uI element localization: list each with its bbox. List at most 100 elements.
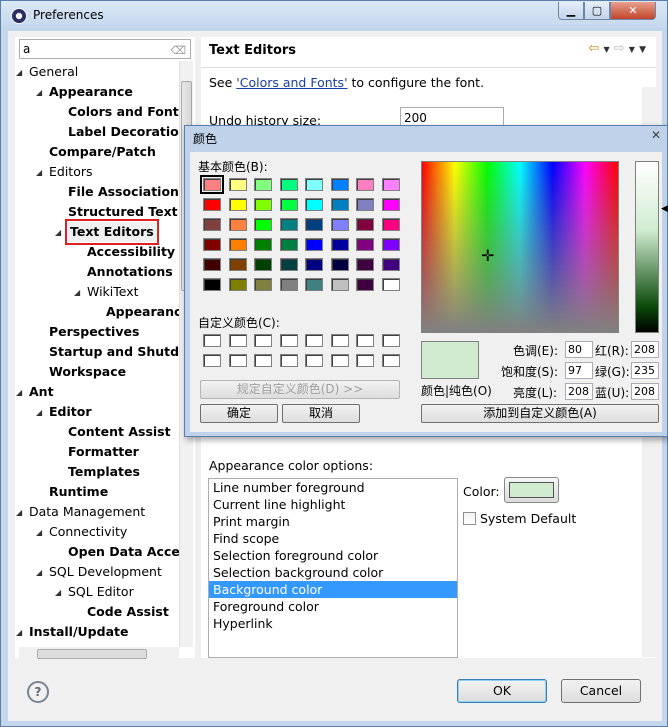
collapse-arrow-icon[interactable]: ◢ xyxy=(16,508,22,517)
tree-hscroll-thumb[interactable] xyxy=(37,649,147,659)
custom-color-swatch[interactable] xyxy=(254,334,272,347)
custom-color-swatch[interactable] xyxy=(279,334,298,347)
basic-color-swatch[interactable] xyxy=(203,198,221,211)
custom-color-swatch[interactable] xyxy=(330,334,349,347)
tree-item[interactable]: Workspace xyxy=(49,362,126,382)
basic-color-swatch[interactable] xyxy=(381,278,400,291)
tree-item[interactable]: Editors xyxy=(49,162,93,182)
basic-color-swatch[interactable] xyxy=(279,178,298,191)
basic-color-swatch[interactable] xyxy=(356,258,374,271)
basic-color-swatch[interactable] xyxy=(254,218,272,231)
basic-color-swatch[interactable] xyxy=(356,198,374,211)
tree-item[interactable]: Startup and Shutdown xyxy=(49,342,179,362)
basic-color-swatch[interactable] xyxy=(381,258,400,271)
list-item[interactable]: Background color xyxy=(209,581,457,598)
basic-color-swatch[interactable] xyxy=(203,278,221,291)
tree-item[interactable]: Structured Text Editors xyxy=(68,202,179,222)
tree-item[interactable]: File Associations xyxy=(68,182,179,202)
basic-color-swatch[interactable] xyxy=(381,178,400,191)
tree-item[interactable]: Label Decorations xyxy=(68,122,179,142)
close-button[interactable]: ✕ xyxy=(610,2,656,20)
add-to-custom-colors-button[interactable]: 添加到自定义颜色(A) xyxy=(421,404,659,423)
tree-item[interactable]: Connectivity xyxy=(49,522,127,542)
basic-color-swatch[interactable] xyxy=(381,198,400,211)
tree-item[interactable]: Appearance xyxy=(106,302,179,322)
tree-item[interactable]: Colors and Fonts xyxy=(68,102,179,122)
basic-color-swatch[interactable] xyxy=(228,278,247,291)
forward-arrow-icon[interactable]: ⇨ xyxy=(614,41,625,56)
forward-dropdown-icon[interactable]: ▼ xyxy=(629,45,635,54)
tree-item[interactable]: Perspectives xyxy=(49,322,139,342)
collapse-arrow-icon[interactable]: ◢ xyxy=(16,388,22,397)
list-item[interactable]: Line number foreground xyxy=(209,479,457,496)
collapse-arrow-icon[interactable]: ◢ xyxy=(55,588,61,597)
basic-color-swatch[interactable] xyxy=(228,218,247,231)
basic-color-swatch[interactable] xyxy=(356,218,374,231)
basic-color-swatch[interactable] xyxy=(305,238,323,251)
tree-item[interactable]: Appearance xyxy=(49,82,133,102)
tree-item[interactable]: Content Assist xyxy=(68,422,171,442)
tree-item[interactable]: Compare/Patch xyxy=(49,142,156,162)
basic-color-swatch[interactable] xyxy=(228,258,247,271)
list-item[interactable]: Selection foreground color xyxy=(209,547,457,564)
color-picker-button[interactable] xyxy=(504,477,559,503)
tree-item[interactable]: SQL Editor xyxy=(68,582,134,602)
basic-color-swatch[interactable] xyxy=(254,278,272,291)
basic-color-swatch[interactable] xyxy=(203,238,221,251)
luminance-arrow-icon[interactable]: ◀ xyxy=(661,204,668,214)
luminance-input[interactable]: 208 xyxy=(565,383,593,400)
custom-color-swatch[interactable] xyxy=(356,354,374,367)
collapse-arrow-icon[interactable]: ◢ xyxy=(55,228,61,237)
basic-color-swatch[interactable] xyxy=(330,238,349,251)
basic-color-swatch[interactable] xyxy=(305,178,323,191)
basic-color-swatch[interactable] xyxy=(203,258,221,271)
color-spectrum[interactable]: ✛ xyxy=(421,161,619,333)
help-icon[interactable]: ? xyxy=(27,681,49,703)
ok-button[interactable]: OK xyxy=(457,679,547,703)
collapse-arrow-icon[interactable]: ◢ xyxy=(36,88,42,97)
tree-item[interactable]: Ant xyxy=(29,382,54,402)
basic-color-swatch[interactable] xyxy=(305,198,323,211)
basic-color-swatch[interactable] xyxy=(279,278,298,291)
list-item[interactable]: Find scope xyxy=(209,530,457,547)
custom-color-swatch[interactable] xyxy=(228,334,247,347)
custom-color-swatch[interactable] xyxy=(381,334,400,347)
cancel-button[interactable]: Cancel xyxy=(561,679,641,703)
basic-color-swatch[interactable] xyxy=(228,238,247,251)
basic-color-swatch[interactable] xyxy=(254,258,272,271)
title-bar[interactable]: Preferences ▁ ▢ ✕ xyxy=(1,1,667,31)
basic-color-swatch[interactable] xyxy=(330,258,349,271)
system-default-option[interactable]: System Default xyxy=(463,511,576,526)
tree-item[interactable]: SQL Development xyxy=(49,562,162,582)
basic-color-swatch[interactable] xyxy=(356,238,374,251)
green-input[interactable]: 235 xyxy=(631,362,659,379)
basic-color-swatch[interactable] xyxy=(279,198,298,211)
filter-input[interactable]: a ⌫ xyxy=(19,39,191,59)
collapse-arrow-icon[interactable]: ◢ xyxy=(16,628,22,637)
basic-color-swatch[interactable] xyxy=(330,278,349,291)
define-custom-colors-button[interactable]: 规定自定义颜色(D) >> xyxy=(200,380,400,399)
custom-color-swatch[interactable] xyxy=(305,354,323,367)
tree-horizontal-scrollbar[interactable] xyxy=(19,647,179,661)
collapse-arrow-icon[interactable]: ◢ xyxy=(36,528,42,537)
tree-item[interactable]: WikiText xyxy=(87,282,139,302)
basic-color-swatch[interactable] xyxy=(381,238,400,251)
basic-color-swatch[interactable] xyxy=(200,175,224,194)
basic-color-swatch[interactable] xyxy=(330,178,349,191)
tree-item[interactable]: Data Management xyxy=(29,502,145,522)
collapse-arrow-icon[interactable]: ◢ xyxy=(36,168,42,177)
spectrum-crosshair-icon[interactable]: ✛ xyxy=(481,248,494,264)
custom-color-swatch[interactable] xyxy=(203,354,221,367)
collapse-arrow-icon[interactable]: ◢ xyxy=(36,408,42,417)
colors-and-fonts-link[interactable]: 'Colors and Fonts' xyxy=(236,75,347,90)
tree-item[interactable]: Code Assist xyxy=(87,602,169,622)
collapse-arrow-icon[interactable]: ◢ xyxy=(16,68,22,77)
hue-input[interactable]: 80 xyxy=(565,341,593,358)
basic-color-swatch[interactable] xyxy=(330,198,349,211)
collapse-arrow-icon[interactable]: ◢ xyxy=(74,288,80,297)
tree-item[interactable]: Accessibility xyxy=(87,242,175,262)
basic-color-swatch[interactable] xyxy=(305,258,323,271)
basic-color-swatch[interactable] xyxy=(254,178,272,191)
tree-item[interactable]: Open Data Access xyxy=(68,542,179,562)
tree-item[interactable]: Runtime xyxy=(49,482,108,502)
